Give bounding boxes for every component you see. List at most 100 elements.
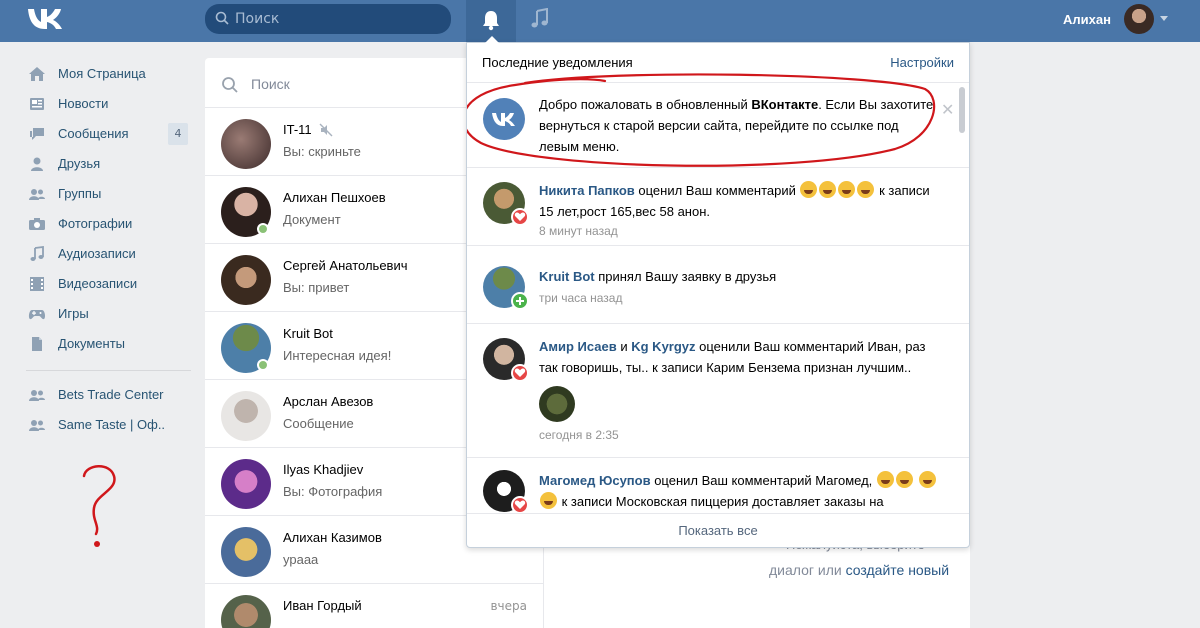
camera-icon	[29, 218, 45, 230]
hint-prefix: диалог или	[769, 562, 846, 578]
dialog-time: вчера	[490, 599, 527, 613]
search-icon	[222, 77, 238, 93]
laughing-emoji-icon	[876, 471, 894, 488]
news-icon	[30, 98, 44, 110]
sidebar-divider	[26, 370, 191, 371]
dialog-name: Иван Гордый	[283, 598, 362, 613]
sidebar-item-my-page[interactable]: Моя Страница	[26, 60, 196, 90]
dialog-preview: Сообщение	[283, 416, 354, 431]
notifications-title: Последние уведомления	[482, 55, 633, 70]
sidebar-group-label: Bets Trade Center	[58, 387, 164, 402]
sidebar-group-same-taste[interactable]: Same Taste | Оф..	[26, 411, 196, 441]
notification-welcome[interactable]: Добро пожаловать в обновленный ВКонтакте…	[467, 84, 969, 168]
messages-search-placeholder: Поиск	[251, 76, 290, 92]
notification-conjunction: и	[616, 339, 632, 354]
chevron-down-icon[interactable]	[1160, 16, 1168, 21]
welcome-brand: ВКонтакте	[751, 97, 819, 112]
dialog-name: Kruit Bot	[283, 326, 333, 341]
avatar	[221, 255, 271, 305]
messages-count-badge: 4	[168, 123, 188, 145]
laughing-emoji-icon	[918, 471, 936, 488]
vk-logo-avatar	[483, 98, 525, 140]
sidebar-item-messages[interactable]: Сообщения 4	[26, 120, 196, 150]
sidebar-item-label: Сообщения	[58, 126, 129, 141]
comment-thumbnail[interactable]	[539, 386, 575, 422]
sidebar-item-groups[interactable]: Группы	[26, 180, 196, 210]
notification-item[interactable]: Амир Исаев и Kg Kyrgyz оценили Ваш комме…	[467, 324, 969, 458]
sidebar-item-documents[interactable]: Документы	[26, 330, 196, 360]
dialog-name: Сергей Анатольевич	[283, 258, 408, 273]
home-icon	[29, 67, 45, 81]
notification-item[interactable]: Kruit Bot принял Вашу заявку в друзья тр…	[467, 246, 969, 324]
header-search-placeholder: Поиск	[235, 11, 280, 27]
notification-author-link[interactable]: Kruit Bot	[539, 269, 595, 284]
laughing-emoji-icon	[819, 181, 837, 198]
avatar	[221, 595, 271, 628]
header-search-input[interactable]: Поиск	[205, 4, 451, 34]
laughing-emoji-icon	[838, 181, 856, 198]
user-name[interactable]: Алихан	[1063, 12, 1111, 27]
laughing-emoji-icon	[857, 181, 875, 198]
sidebar-item-audio[interactable]: Аудиозаписи	[26, 240, 196, 270]
notifications-settings-link[interactable]: Настройки	[890, 55, 954, 70]
sidebar-item-label: Друзья	[58, 156, 101, 171]
dialog-preview: Документ	[283, 212, 341, 227]
vk-logo[interactable]	[26, 6, 66, 34]
sidebar-item-video[interactable]: Видеозаписи	[26, 270, 196, 300]
search-icon	[215, 11, 229, 25]
dialog-row[interactable]: Иван Гордый вчера	[205, 584, 543, 628]
laughing-emoji-icon	[895, 471, 913, 488]
select-dialog-hint-line2: диалог или создайте новый	[769, 562, 949, 578]
create-dialog-link[interactable]: создайте новый	[846, 562, 949, 578]
notification-author-link[interactable]: Никита Папков	[539, 183, 635, 198]
dialog-preview: Интересная идея!	[283, 348, 392, 363]
show-all-notifications-button[interactable]: Показать все	[467, 513, 969, 547]
sidebar-item-label: Игры	[58, 306, 89, 321]
sidebar-item-photos[interactable]: Фотографии	[26, 210, 196, 240]
sidebar-item-label: Группы	[58, 186, 102, 201]
notification-author-link[interactable]: Амир Исаев	[539, 339, 617, 354]
notification-time: 8 минут назад	[539, 224, 618, 238]
left-sidebar: Моя Страница Новости Сообщения 4 Друзья …	[26, 60, 196, 441]
user-avatar[interactable]	[1124, 4, 1154, 34]
sidebar-item-games[interactable]: Игры	[26, 300, 196, 330]
notification-author-link[interactable]: Kg Kyrgyz	[631, 339, 695, 354]
notification-text: Амир Исаев и Kg Kyrgyz оценили Ваш комме…	[539, 336, 939, 378]
messages-icon	[30, 128, 44, 140]
plus-icon	[511, 292, 529, 310]
red-question-mark-annotation	[82, 465, 116, 547]
avatar	[221, 459, 271, 509]
vk-logo-icon	[492, 113, 515, 126]
notification-time: три часа назад	[539, 291, 623, 305]
bell-icon	[483, 11, 499, 31]
top-header: Поиск Алихан	[0, 0, 1200, 42]
notification-item[interactable]: Никита Папков оценил Ваш комментарий к з…	[467, 168, 969, 246]
group-icon	[29, 420, 45, 431]
dialog-name: Арслан Авезов	[283, 394, 374, 409]
notification-item[interactable]: Магомед Юсупов оценил Ваш комментарий Ма…	[467, 458, 969, 518]
sidebar-group-bets-trade-center[interactable]: Bets Trade Center	[26, 381, 196, 411]
close-icon[interactable]: ✕	[941, 100, 954, 119]
groups-icon	[29, 189, 45, 200]
sidebar-item-friends[interactable]: Друзья	[26, 150, 196, 180]
laughing-emoji-icon	[800, 181, 818, 198]
gamepad-icon	[28, 310, 46, 320]
welcome-text: Добро пожаловать в обновленный ВКонтакте…	[539, 94, 939, 157]
dialog-preview: Вы: скриньте	[283, 144, 361, 159]
heart-icon	[511, 208, 529, 226]
dialog-preview: Вы: привет	[283, 280, 350, 295]
notification-author-link[interactable]: Магомед Юсупов	[539, 473, 651, 488]
sidebar-item-label: Моя Страница	[58, 66, 146, 81]
notification-action: оценил Ваш комментарий	[634, 183, 800, 198]
music-note-icon	[30, 246, 44, 261]
notifications-header: Последние уведомления Настройки	[467, 43, 969, 83]
music-button-icon[interactable]	[530, 8, 550, 30]
notification-text: Никита Папков оценил Ваш комментарий к з…	[539, 180, 939, 222]
sidebar-item-news[interactable]: Новости	[26, 90, 196, 120]
notification-rest: к записи Московская пиццерия доставляет …	[558, 494, 884, 509]
sidebar-item-label: Фотографии	[58, 216, 133, 231]
document-icon	[32, 337, 42, 351]
avatar	[221, 527, 271, 577]
show-all-label: Показать все	[678, 523, 758, 538]
friends-icon	[31, 157, 43, 171]
